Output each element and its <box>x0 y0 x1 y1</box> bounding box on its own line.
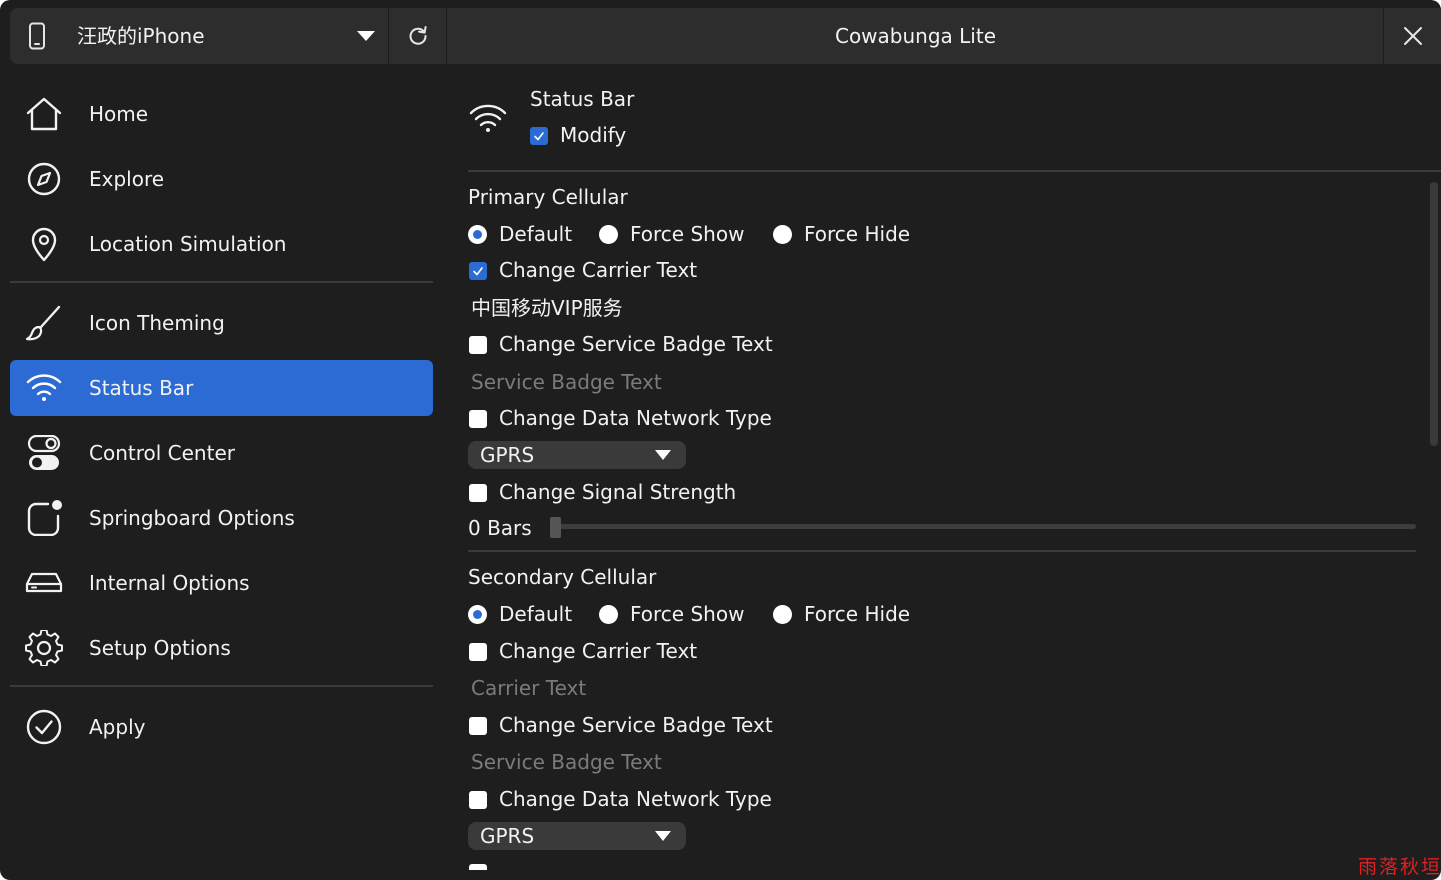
sidebar-item-label: Internal Options <box>89 571 250 595</box>
sidebar-item-label: Springboard Options <box>89 506 295 530</box>
radio-label: Default <box>499 602 573 626</box>
sidebar-item-label: Setup Options <box>89 636 231 660</box>
primary-network-type-dropdown[interactable]: GPRS <box>468 441 686 469</box>
primary-change-badge-checkbox[interactable] <box>469 336 487 354</box>
sidebar-item-control-center[interactable]: Control Center <box>10 425 433 481</box>
primary-change-carrier-checkbox[interactable] <box>469 262 487 280</box>
close-button[interactable] <box>1384 8 1441 64</box>
sidebar-item-apply[interactable]: Apply <box>10 699 433 755</box>
chevron-down-icon <box>655 450 671 460</box>
gear-icon <box>25 630 63 666</box>
sidebar-item-springboard-options[interactable]: Springboard Options <box>10 490 433 546</box>
secondary-cellular-heading: Secondary Cellular <box>468 565 657 589</box>
section-divider <box>468 550 1416 552</box>
radio-label: Force Show <box>630 222 745 246</box>
secondary-radio-force-hide[interactable] <box>773 605 792 624</box>
checkmark-icon <box>534 132 544 141</box>
scrollbar[interactable] <box>1430 182 1438 446</box>
refresh-icon <box>409 26 427 45</box>
phone-icon <box>29 22 45 50</box>
sidebar-item-status-bar[interactable]: Status Bar <box>10 360 433 416</box>
primary-radio-default[interactable] <box>468 225 487 244</box>
sidebar-item-internal-options[interactable]: Internal Options <box>10 555 433 611</box>
page-title: Status Bar <box>530 87 635 111</box>
radio-label: Force Hide <box>804 602 911 626</box>
home-icon <box>26 97 62 131</box>
sidebar-item-icon-theming[interactable]: Icon Theming <box>10 295 433 351</box>
primary-change-signal-checkbox[interactable] <box>469 484 487 502</box>
sidebar-item-setup-options[interactable]: Setup Options <box>10 620 433 676</box>
radio-label: Force Hide <box>804 222 911 246</box>
app-window: 汪政的iPhone Cowabunga Lite Home Explore Lo… <box>0 0 1441 880</box>
secondary-change-network-checkbox[interactable] <box>469 791 487 809</box>
dropdown-value: GPRS <box>480 443 535 467</box>
sidebar-item-label: Explore <box>89 167 165 191</box>
checkmark-circle-icon <box>26 709 62 745</box>
sidebar-item-location-simulation[interactable]: Location Simulation <box>10 216 433 272</box>
checkbox-label: Change Service Badge Text <box>499 713 773 737</box>
section-divider <box>468 170 1441 172</box>
checkbox-label: Change Carrier Text <box>499 639 698 663</box>
watermark: 雨落秋垣 <box>1358 856 1441 878</box>
close-icon <box>1403 27 1422 45</box>
app-badge-icon <box>27 500 62 536</box>
secondary-change-signal-checkbox[interactable] <box>469 864 487 870</box>
sidebar-divider <box>10 685 433 687</box>
primary-cellular-heading: Primary Cellular <box>468 185 628 209</box>
title-bar: 汪政的iPhone Cowabunga Lite <box>10 8 1441 64</box>
titlebar-divider <box>388 8 389 64</box>
sidebar-item-label: Home <box>89 102 149 126</box>
sidebar: Home Explore Location Simulation Icon Th… <box>10 64 434 880</box>
primary-radio-force-show[interactable] <box>599 225 618 244</box>
paintbrush-icon <box>25 305 61 341</box>
refresh-button[interactable] <box>390 8 446 64</box>
sidebar-item-label: Control Center <box>89 441 235 465</box>
status-bar-page: Status Bar Modify Primary Cellular Defau… <box>440 64 1441 880</box>
drive-icon <box>25 572 63 593</box>
secondary-network-type-dropdown[interactable]: GPRS <box>468 822 686 850</box>
toggles-icon <box>27 435 61 470</box>
secondary-change-badge-checkbox[interactable] <box>469 717 487 735</box>
primary-carrier-text-input[interactable]: 中国移动VIP服务 <box>471 295 623 321</box>
chevron-down-icon <box>655 831 671 841</box>
primary-change-network-checkbox[interactable] <box>469 410 487 428</box>
dropdown-value: GPRS <box>480 824 535 848</box>
wifi-icon <box>26 374 62 401</box>
primary-radio-force-hide[interactable] <box>773 225 792 244</box>
secondary-radio-force-show[interactable] <box>599 605 618 624</box>
radio-label: Default <box>499 222 573 246</box>
device-name: 汪政的iPhone <box>77 24 205 48</box>
primary-badge-text-input[interactable]: Service Badge Text <box>471 369 662 395</box>
checkmark-icon <box>473 267 483 276</box>
window-title: Cowabunga Lite <box>834 24 996 48</box>
sidebar-item-label: Location Simulation <box>89 232 287 256</box>
sidebar-item-home[interactable]: Home <box>10 86 433 142</box>
signal-strength-value: 0 Bars <box>468 516 532 540</box>
checkbox-label: Change Data Network Type <box>499 406 772 430</box>
sidebar-item-explore[interactable]: Explore <box>10 151 433 207</box>
checkbox-label: Change Signal Strength <box>499 480 737 504</box>
secondary-radio-default[interactable] <box>468 605 487 624</box>
secondary-change-carrier-checkbox[interactable] <box>469 643 487 661</box>
titlebar-divider <box>446 8 447 64</box>
sidebar-item-label: Status Bar <box>89 376 194 400</box>
modify-label: Modify <box>560 123 627 147</box>
location-pin-icon <box>31 227 57 262</box>
compass-icon <box>27 162 61 196</box>
wifi-icon <box>469 104 507 132</box>
device-selector[interactable]: 汪政的iPhone <box>10 8 388 64</box>
checkbox-label: Change Service Badge Text <box>499 332 773 356</box>
chevron-down-icon[interactable] <box>354 28 378 44</box>
sidebar-item-label: Icon Theming <box>89 311 225 335</box>
sidebar-divider <box>10 281 433 283</box>
radio-label: Force Show <box>630 602 745 626</box>
checkbox-label: Change Carrier Text <box>499 258 698 282</box>
sidebar-item-label: Apply <box>89 715 146 739</box>
secondary-badge-text-input[interactable]: Service Badge Text <box>471 749 662 775</box>
checkbox-label: Change Data Network Type <box>499 787 772 811</box>
signal-strength-slider[interactable] <box>552 524 1416 529</box>
slider-handle[interactable] <box>550 517 561 538</box>
secondary-carrier-text-input[interactable]: Carrier Text <box>471 675 586 701</box>
modify-checkbox[interactable] <box>530 127 548 145</box>
